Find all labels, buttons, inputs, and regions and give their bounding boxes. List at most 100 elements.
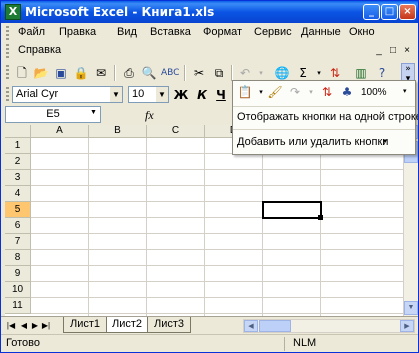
row-header[interactable]: 5: [5, 202, 31, 218]
font-size-combo[interactable]: 10 ▼: [128, 86, 169, 103]
row-header[interactable]: 3: [5, 170, 31, 186]
close-button[interactable]: ×: [399, 4, 416, 20]
doc-close-button[interactable]: ×: [401, 46, 413, 57]
drawing-icon[interactable]: ♣: [339, 84, 355, 100]
format-painter-icon[interactable]: 🖌: [267, 84, 283, 100]
row-header[interactable]: 9: [5, 266, 31, 282]
open-icon[interactable]: 📂: [33, 65, 49, 81]
toolbar-grip[interactable]: [6, 65, 9, 81]
autosum-icon[interactable]: Σ: [295, 65, 311, 81]
menu-grip[interactable]: [6, 26, 9, 40]
first-sheet-icon[interactable]: |◀: [6, 320, 16, 332]
column-header[interactable]: A: [31, 125, 89, 138]
maximize-button[interactable]: □: [381, 4, 398, 20]
new-icon[interactable]: 🗋: [14, 65, 30, 81]
chart-wizard-icon[interactable]: ▥: [353, 65, 369, 81]
row-header[interactable]: 6: [5, 218, 31, 234]
zoom-dropdown-icon[interactable]: ▾: [403, 87, 407, 95]
fx-icon[interactable]: fx: [145, 108, 154, 123]
grid-line: [31, 297, 403, 298]
fill-handle[interactable]: [318, 215, 323, 220]
menu-file[interactable]: Файл: [18, 26, 45, 38]
font-name-value: Arial Cyr: [16, 88, 59, 100]
last-sheet-icon[interactable]: ▶|: [41, 320, 51, 332]
menu-data[interactable]: Данные: [301, 26, 341, 38]
doc-restore-button[interactable]: □: [387, 46, 399, 57]
chevron-down-icon[interactable]: ▼: [110, 87, 122, 102]
print-preview-icon[interactable]: 🔍: [141, 65, 157, 81]
menu-edit[interactable]: Правка: [59, 26, 96, 38]
copy-icon[interactable]: ⧉: [211, 65, 227, 81]
menu-tools[interactable]: Сервис: [254, 26, 292, 38]
sheet-tab-active[interactable]: Лист2: [106, 317, 148, 333]
font-size-value: 10: [132, 88, 145, 100]
title-bar[interactable]: X Microsoft Excel - Книга1.xls _ □ ×: [1, 1, 418, 23]
chevron-down-icon: ▾: [383, 138, 387, 145]
scroll-down-icon[interactable]: ▼: [404, 301, 418, 315]
show-one-row-option[interactable]: Отображать кнопки на одной строке: [237, 111, 418, 123]
column-header[interactable]: B: [89, 125, 147, 138]
sheet-tab[interactable]: Лист3: [147, 317, 191, 333]
menu-grip-2[interactable]: [6, 44, 9, 58]
next-sheet-icon[interactable]: ▶: [30, 320, 40, 332]
redo-dropdown-icon[interactable]: ▾: [303, 84, 319, 100]
toolbar-separator: [231, 65, 233, 81]
hscroll-thumb[interactable]: [259, 320, 291, 332]
name-box[interactable]: E5: [5, 106, 101, 123]
menu-format[interactable]: Формат: [203, 26, 242, 38]
cut-icon[interactable]: ✂: [191, 65, 207, 81]
horizontal-scrollbar[interactable]: ◀ ▶: [243, 319, 415, 333]
popup-divider: [233, 129, 415, 130]
help-icon[interactable]: ?: [374, 65, 390, 81]
redo-icon[interactable]: ↷: [287, 84, 303, 100]
excel-app-icon[interactable]: X: [5, 4, 21, 20]
undo-icon[interactable]: ↶: [237, 65, 253, 81]
row-header[interactable]: 2: [5, 154, 31, 170]
row-header[interactable]: 8: [5, 250, 31, 266]
scroll-right-icon[interactable]: ▶: [400, 320, 414, 332]
menu-view[interactable]: Вид: [117, 26, 137, 38]
active-cell[interactable]: [262, 201, 322, 219]
status-divider: [284, 337, 285, 351]
toolbar-grip[interactable]: [6, 87, 9, 103]
permission-icon[interactable]: 🔒: [73, 65, 89, 81]
chevron-down-icon[interactable]: ▼: [90, 109, 97, 116]
minimize-button[interactable]: _: [363, 4, 380, 20]
bold-button[interactable]: Ж: [173, 87, 189, 103]
paste-icon[interactable]: 📋: [237, 84, 253, 100]
print-icon[interactable]: ⎙: [121, 65, 137, 81]
menu-help[interactable]: Справка: [18, 44, 61, 56]
window-title: Microsoft Excel - Книга1.xls: [25, 5, 215, 19]
chevron-down-icon[interactable]: ▼: [156, 87, 168, 102]
row-header[interactable]: 10: [5, 282, 31, 298]
scroll-left-icon[interactable]: ◀: [244, 320, 258, 332]
row-header[interactable]: 11: [5, 298, 31, 314]
email-icon[interactable]: ✉: [93, 65, 109, 81]
menu-window[interactable]: Окно: [349, 26, 375, 38]
row-header[interactable]: 1: [5, 138, 31, 154]
sheet-tab[interactable]: Лист1: [63, 317, 107, 333]
row-header[interactable]: 4: [5, 186, 31, 202]
sort-ascending-icon[interactable]: ⇅: [319, 84, 335, 100]
column-header[interactable]: C: [147, 125, 205, 138]
toolbar-separator: [114, 65, 116, 81]
menu-bar: Файл Правка Вид Вставка Формат Сервис Да…: [1, 23, 418, 62]
font-name-combo[interactable]: Arial Cyr ▼: [12, 86, 123, 103]
spelling-icon[interactable]: ABC: [161, 65, 179, 81]
undo-dropdown-icon[interactable]: ▾: [253, 65, 269, 81]
save-icon[interactable]: ▣: [53, 65, 69, 81]
select-all-corner[interactable]: [5, 125, 31, 138]
sort-icon[interactable]: ⇅: [327, 65, 343, 81]
prev-sheet-icon[interactable]: ◀: [19, 320, 29, 332]
add-remove-buttons-option[interactable]: Добавить или удалить кнопки: [237, 136, 388, 148]
zoom-value[interactable]: 100%: [361, 87, 387, 98]
underline-button[interactable]: Ч: [213, 87, 229, 103]
menu-insert[interactable]: Вставка: [150, 26, 191, 38]
row-header[interactable]: 7: [5, 234, 31, 250]
doc-minimize-button[interactable]: _: [373, 46, 385, 57]
italic-button[interactable]: К: [194, 87, 210, 103]
excel-window: X Microsoft Excel - Книга1.xls _ □ × Фай…: [0, 0, 419, 353]
hyperlink-icon[interactable]: 🌐: [274, 65, 290, 81]
name-box-value: E5: [46, 108, 60, 120]
autosum-dropdown-icon[interactable]: ▾: [311, 65, 327, 81]
